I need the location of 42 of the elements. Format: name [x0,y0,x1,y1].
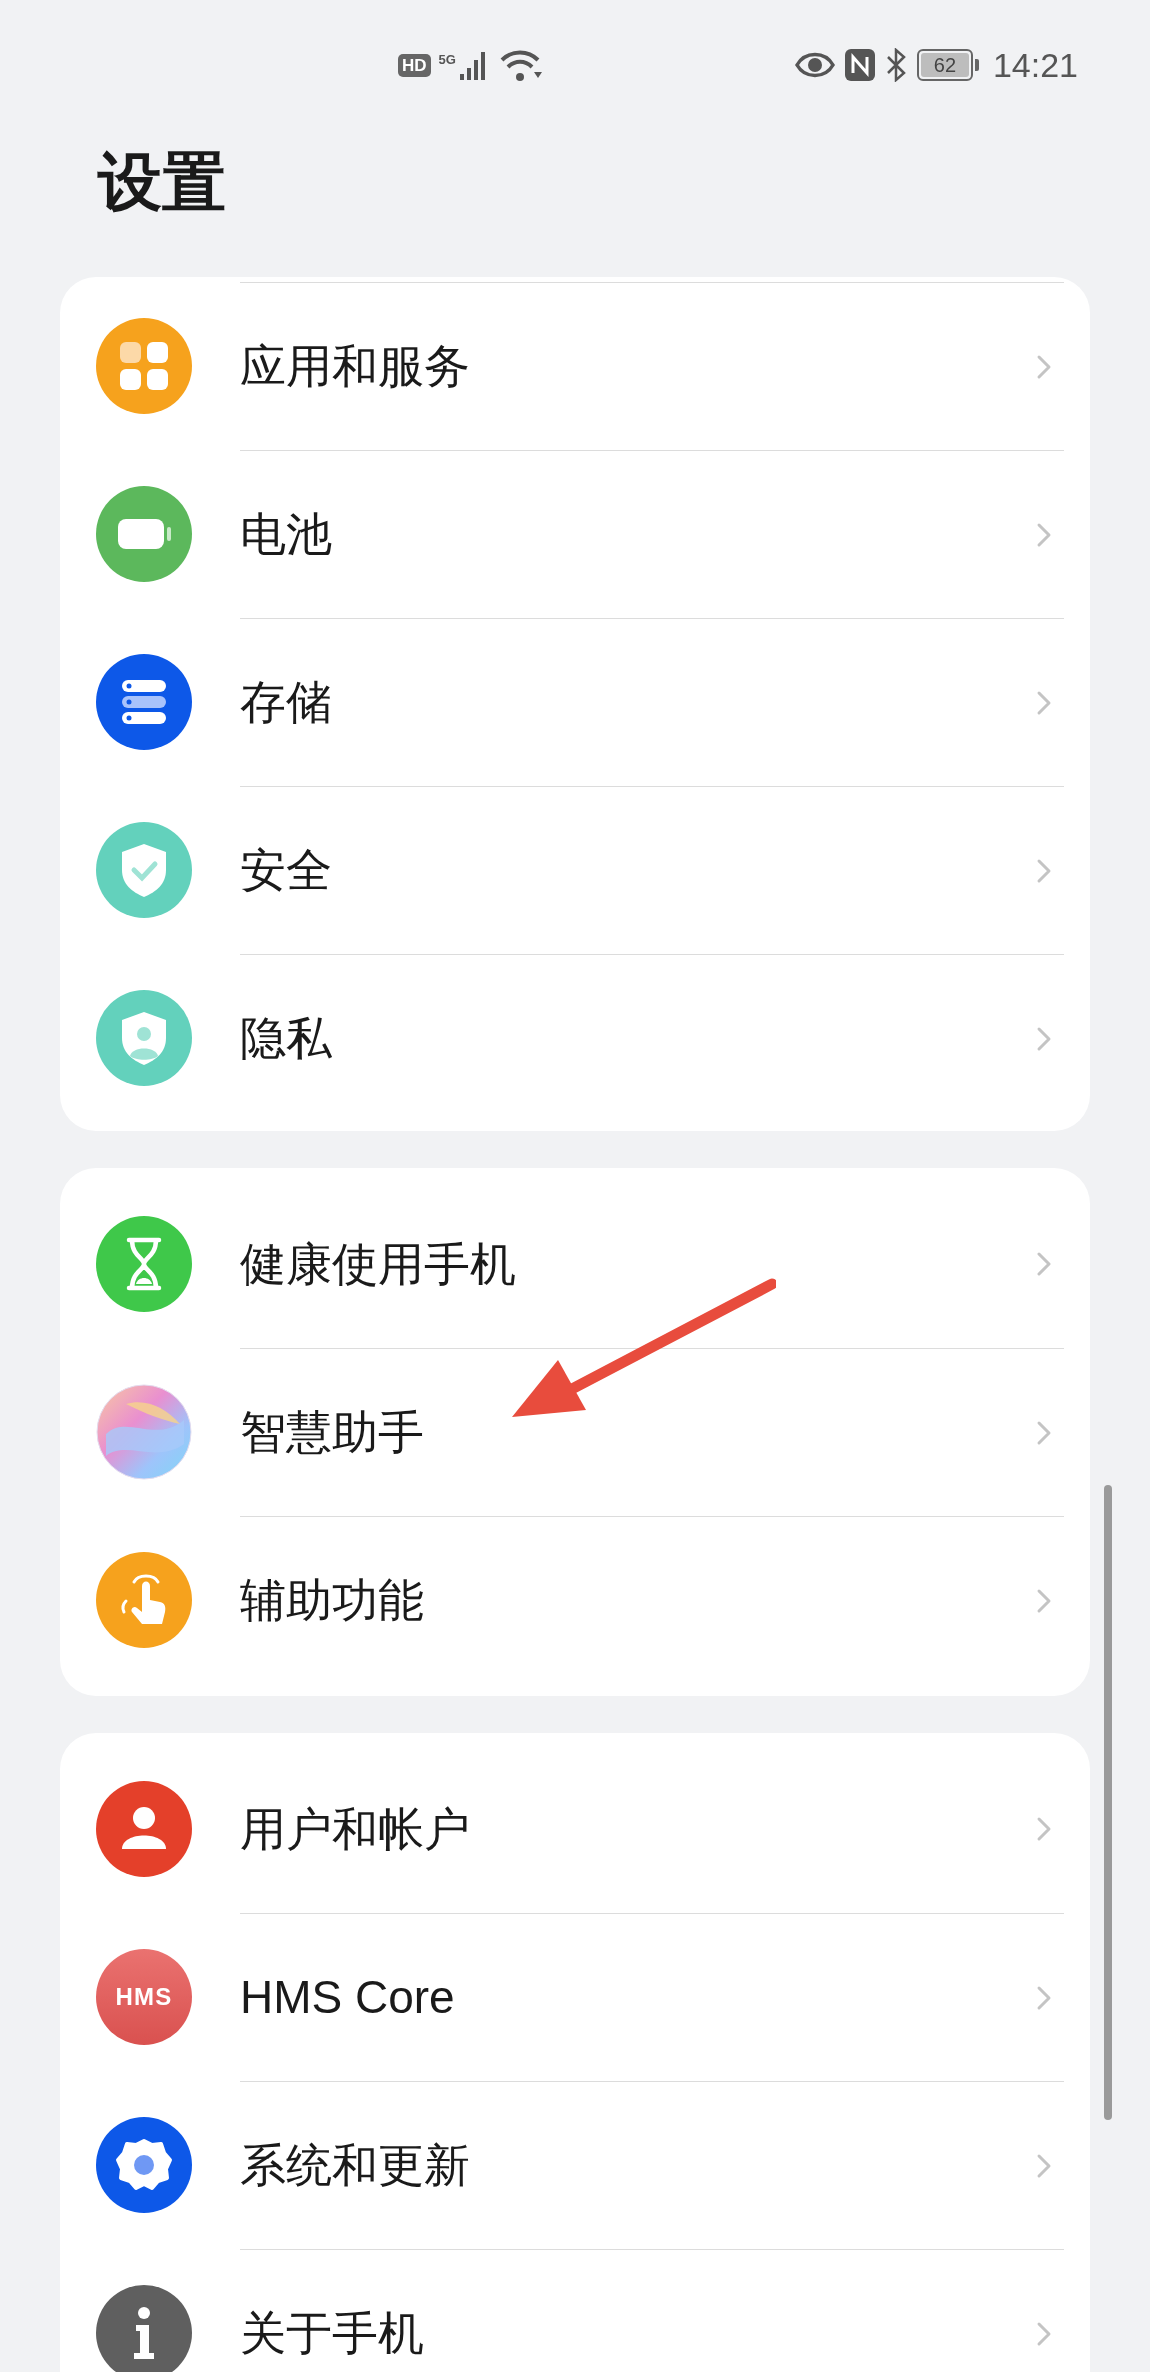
shield-person-icon [96,990,192,1086]
row-label: 智慧助手 [240,1405,424,1460]
row-label: 系统和更新 [240,2138,470,2193]
settings-row[interactable]: 用户和帐户 [240,1745,1064,1913]
settings-icon [96,2117,192,2213]
row-label: 关于手机 [240,2306,424,2361]
settings-row[interactable]: 安全 [240,786,1064,954]
eye-icon [794,51,835,79]
gradient-orb-icon [96,1384,192,1480]
hourglass-icon [96,1216,192,1312]
hand-tap-icon [96,1552,192,1648]
bluetooth-icon [884,48,907,82]
row-label: 辅助功能 [240,1573,424,1628]
person-icon [96,1781,192,1877]
shield-check-icon [96,822,192,918]
storage-icon [96,654,192,750]
row-label: 用户和帐户 [240,1801,470,1857]
row-label: HMS Core [240,1970,455,2025]
row-label: 安全 [240,843,332,898]
settings-row[interactable]: 电池 [240,450,1064,618]
hms-icon: HMS [96,1949,192,2045]
battery-icon [96,486,192,582]
network-type: 5G [438,51,456,69]
settings-row[interactable]: 健康使用手机 [240,1180,1064,1348]
settings-row[interactable]: 存储 [240,618,1064,786]
settings-row[interactable]: 隐私 [240,954,1064,1122]
settings-row[interactable]: 关于手机 [240,2249,1064,2372]
nfc-icon [844,49,875,81]
row-label: 应用和服务 [240,339,470,394]
row-label: 电池 [240,507,332,562]
row-label: 隐私 [240,1011,332,1066]
clock: 14:21 [992,44,1078,86]
settings-row[interactable]: 辅助功能 [240,1516,1064,1684]
row-label: 健康使用手机 [240,1236,516,1292]
hd-badge: HD [398,53,431,77]
battery-indicator: 62 [916,49,979,81]
app-grid-icon [96,318,192,414]
page-title: 设置 [98,150,226,220]
row-label: 存储 [240,675,332,730]
settings-row[interactable]: HMS Core [240,1913,1064,2081]
settings-row[interactable]: 系统和更新 [240,2081,1064,2249]
settings-row[interactable]: 应用和服务 [240,282,1064,450]
